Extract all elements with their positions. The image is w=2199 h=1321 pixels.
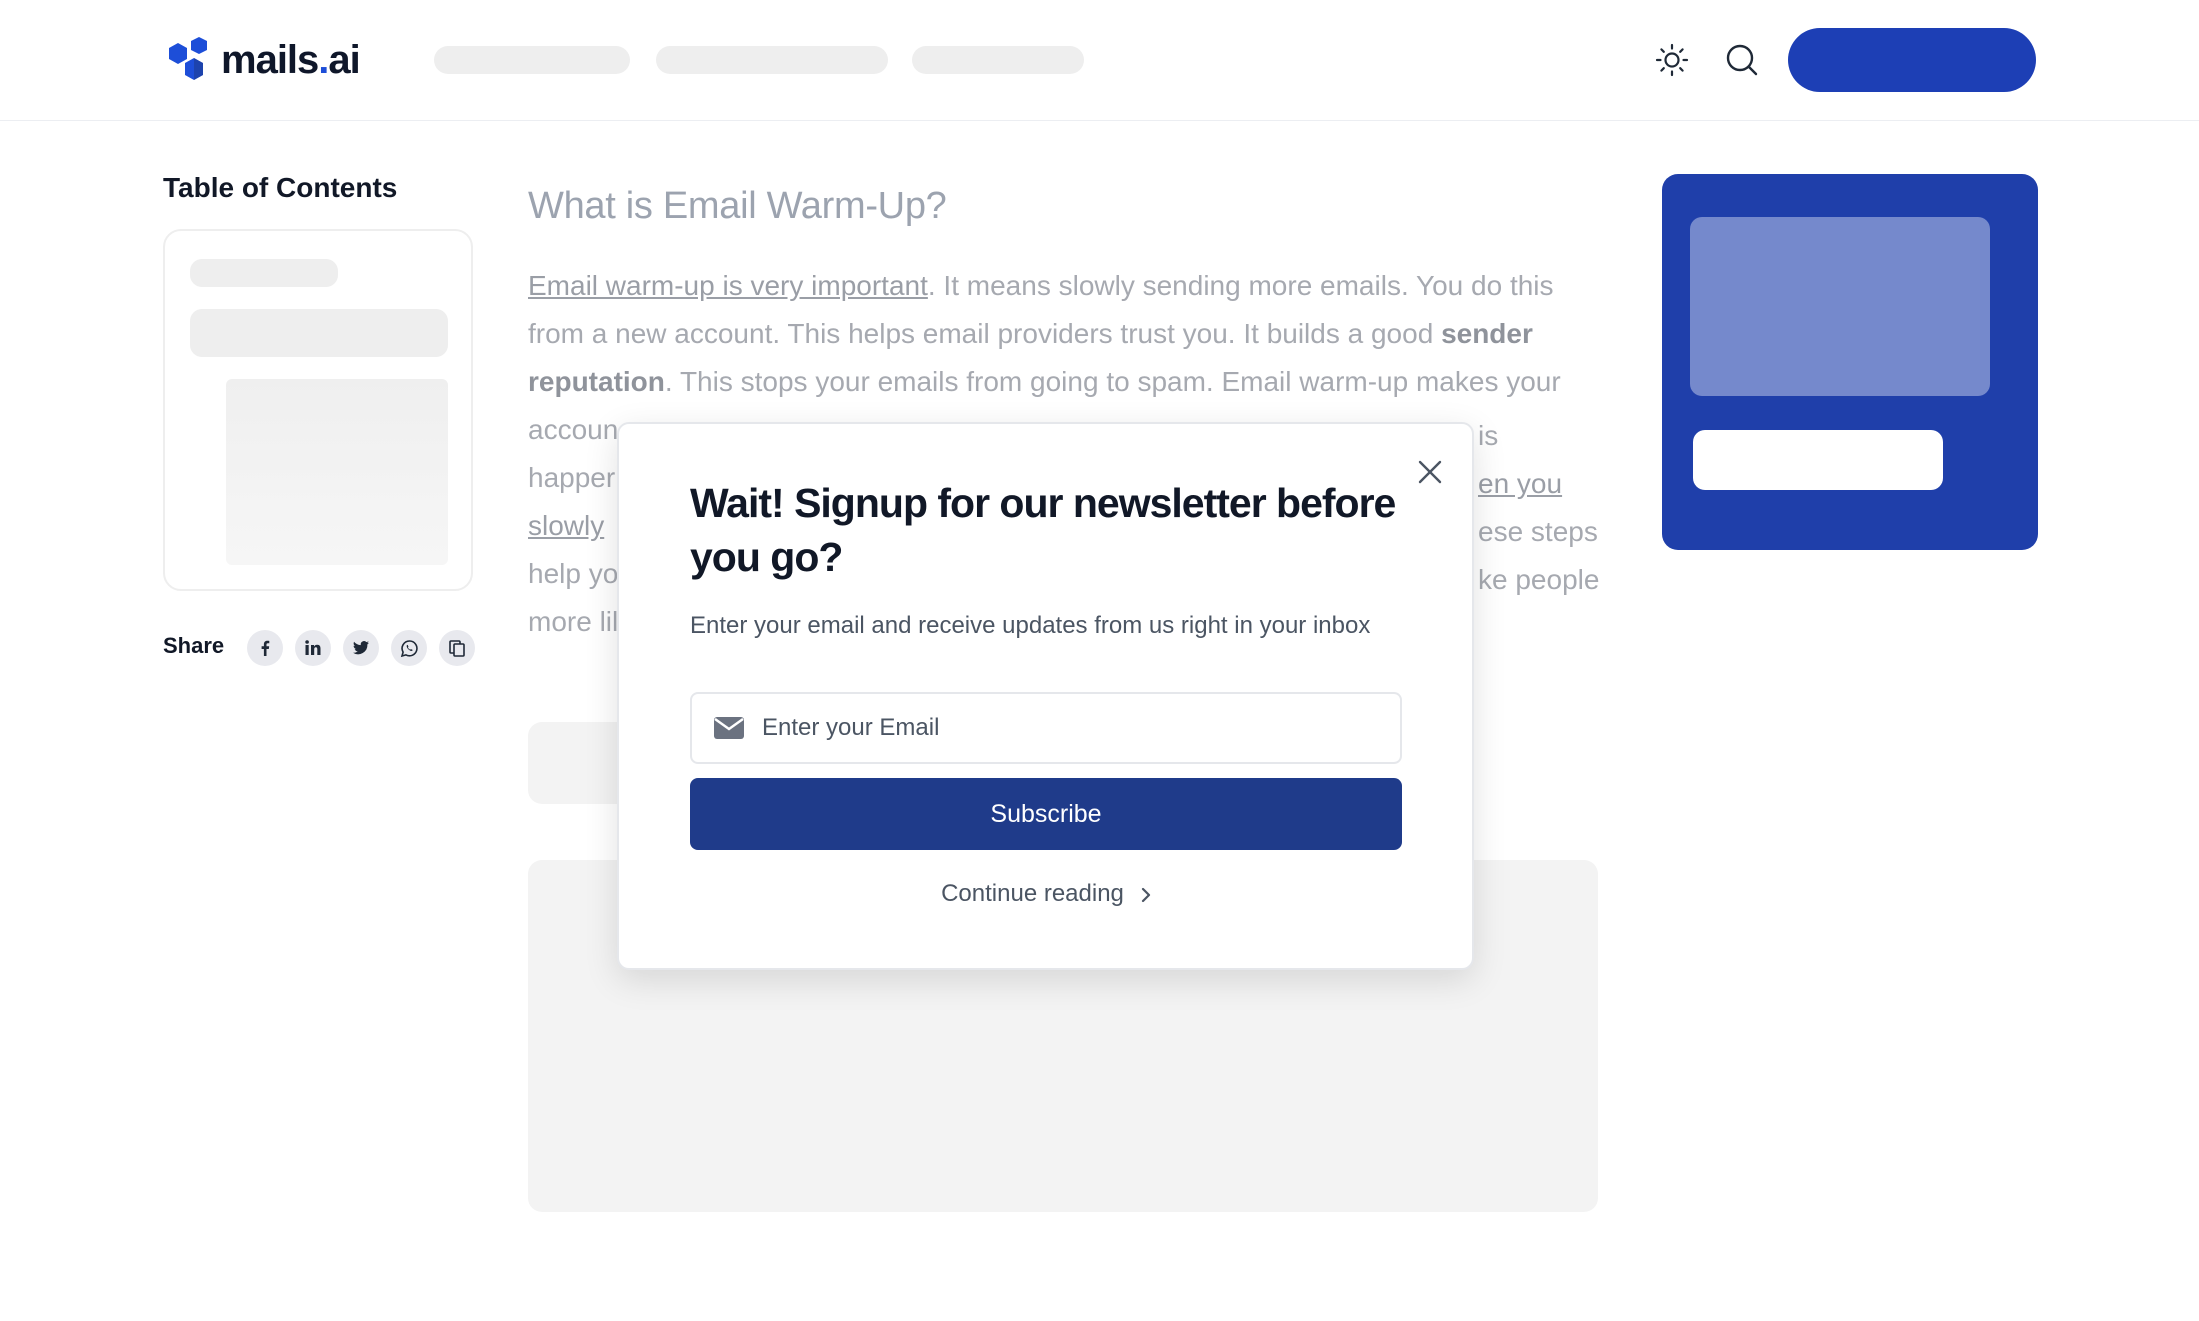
article-link-warmup[interactable]: Email warm-up is very important	[528, 270, 928, 301]
article-fragment-line4: is	[1478, 420, 1499, 451]
copy-link-button[interactable]	[439, 630, 475, 666]
toc-title: Table of Contents	[163, 172, 398, 203]
top-header: mails.ai	[0, 0, 2199, 121]
sun-icon	[1655, 43, 1689, 77]
theme-toggle-button[interactable]	[1652, 40, 1692, 80]
modal-subtitle: Enter your email and receive updates fro…	[690, 612, 1371, 639]
article-link-slowly[interactable]: slowly	[528, 510, 604, 541]
search-icon	[1726, 44, 1758, 76]
nav-item-placeholder-3[interactable]	[912, 46, 1084, 74]
nav-item-placeholder-2[interactable]	[656, 46, 888, 74]
promo-image-placeholder	[1690, 217, 1990, 396]
toc-skeleton-item[interactable]	[190, 309, 448, 357]
logo[interactable]: mails.ai	[165, 34, 361, 86]
subscribe-button[interactable]: Subscribe	[690, 778, 1402, 850]
share-linkedin-button[interactable]	[295, 630, 331, 666]
toc-skeleton-sublist	[226, 379, 448, 565]
twitter-icon	[353, 641, 369, 655]
facebook-icon	[261, 640, 270, 656]
chevron-right-icon	[1141, 887, 1151, 902]
copy-icon	[449, 640, 465, 657]
whatsapp-icon	[400, 639, 418, 657]
search-button[interactable]	[1722, 40, 1762, 80]
email-input[interactable]	[760, 697, 1400, 759]
article-fragment-line6: ese steps	[1478, 516, 1598, 547]
share-label: Share	[163, 633, 225, 658]
logo-mark-icon	[169, 37, 207, 80]
header-cta-button[interactable]	[1788, 28, 2036, 92]
email-field-wrapper[interactable]	[690, 692, 1402, 764]
toc-skeleton-heading	[190, 259, 338, 287]
share-twitter-button[interactable]	[343, 630, 379, 666]
close-icon[interactable]	[1414, 456, 1446, 488]
continue-reading-link[interactable]: Continue reading	[619, 880, 1476, 908]
logo-text: mails.ai	[221, 37, 361, 82]
toc-card	[163, 229, 473, 591]
newsletter-modal: Wait! Signup for our newsletter before y…	[617, 422, 1474, 970]
continue-reading-label: Continue reading	[941, 880, 1124, 907]
article-link-when-you[interactable]: en you	[1478, 460, 1562, 508]
article-heading: What is Email Warm-Up?	[528, 185, 947, 227]
nav-item-placeholder-1[interactable]	[434, 46, 630, 74]
modal-title: Wait! Signup for our newsletter before y…	[690, 480, 1396, 580]
linkedin-icon	[305, 640, 321, 655]
article-fragment-line7: ke people	[1478, 564, 1600, 595]
share-whatsapp-button[interactable]	[391, 630, 427, 666]
share-facebook-button[interactable]	[247, 630, 283, 666]
envelope-icon	[714, 717, 744, 739]
promo-card	[1662, 174, 2038, 550]
promo-button[interactable]	[1693, 430, 1943, 490]
